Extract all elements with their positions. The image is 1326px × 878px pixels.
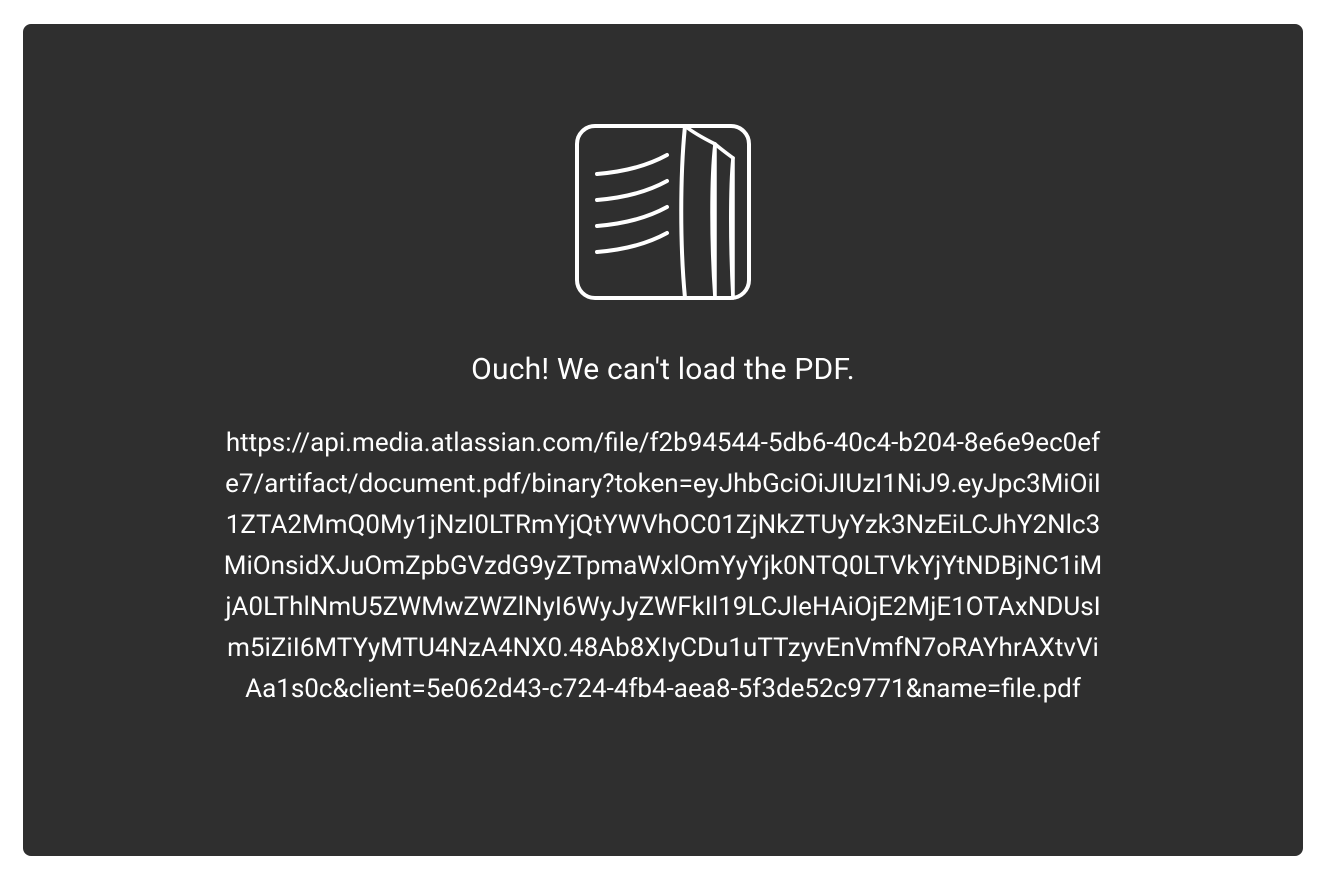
error-url-text: https://api.media.atlassian.com/file/f2b… xyxy=(223,423,1103,711)
document-pages-icon xyxy=(567,116,759,308)
error-title: Ouch! We can't load the PDF. xyxy=(471,352,855,387)
pdf-load-error-card: Ouch! We can't load the PDF. https://api… xyxy=(23,24,1303,856)
